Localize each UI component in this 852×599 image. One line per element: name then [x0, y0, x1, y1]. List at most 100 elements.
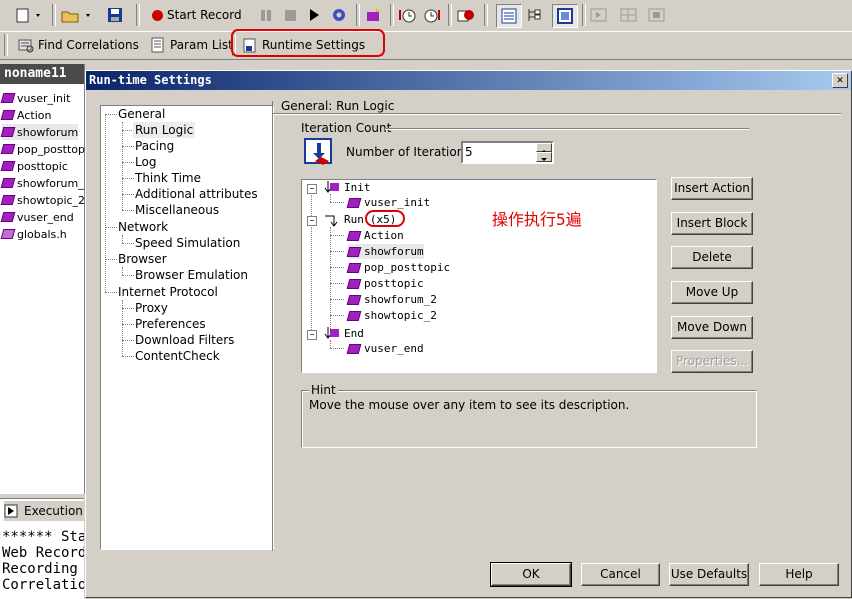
create-action-button[interactable]	[364, 4, 382, 26]
move-down-button[interactable]: Move Down	[671, 316, 753, 339]
nav-pacing[interactable]: Pacing	[135, 138, 174, 154]
tree-posttopic[interactable]: posttopic	[346, 276, 424, 291]
nav-run-logic[interactable]: Run Logic	[133, 122, 196, 138]
run-button[interactable]	[306, 4, 322, 26]
rendezvous-button[interactable]	[456, 4, 476, 26]
secondary-toolbar: Find Correlations Param List Runtime Set…	[0, 29, 852, 60]
thumbnail-view-button[interactable]	[552, 4, 578, 28]
collapse-icon[interactable]: −	[307, 330, 317, 340]
nav-contentcheck[interactable]: ContentCheck	[135, 348, 220, 364]
stop-button[interactable]	[282, 4, 298, 26]
tree-showforum[interactable]: showforum	[346, 244, 424, 259]
nav-additional-attributes[interactable]: Additional attributes	[135, 186, 258, 202]
nav-browser[interactable]: Browser	[118, 251, 167, 267]
script-item[interactable]: posttopic	[0, 158, 68, 174]
nav-preferences[interactable]: Preferences	[135, 316, 206, 332]
nav-download-filters[interactable]: Download Filters	[135, 332, 234, 348]
pause-button[interactable]	[258, 4, 274, 26]
nav-miscellaneous[interactable]: Miscellaneous	[135, 202, 219, 218]
tree-vuser-end[interactable]: vuser_end	[346, 341, 424, 356]
insert-action-button[interactable]: Insert Action	[671, 177, 753, 200]
tree-run[interactable]: Run (x5)	[322, 210, 405, 227]
tree-init[interactable]: Init	[322, 180, 371, 195]
move-up-button[interactable]: Move Up	[671, 281, 753, 304]
output-log: ****** Sta Web Record Recording Correlat…	[0, 529, 84, 593]
disabled-tool-button-3[interactable]	[648, 4, 666, 26]
run-iteration-count: (x5)	[364, 210, 405, 227]
iteration-count-label: Iteration Count	[301, 121, 392, 135]
runtime-settings-highlight	[231, 29, 385, 57]
nav-browser-emulation[interactable]: Browser Emulation	[135, 267, 248, 283]
script-item-label: globals.h	[17, 227, 67, 241]
script-item[interactable]: vuser_init	[0, 90, 70, 106]
collapse-icon[interactable]: −	[307, 216, 317, 226]
pause-icon	[261, 10, 271, 21]
nav-general[interactable]: General	[118, 106, 165, 122]
thumbnail-view-icon	[557, 8, 573, 24]
cancel-button[interactable]: Cancel	[581, 563, 660, 586]
script-item-label: pop_posttop	[17, 142, 85, 156]
section-title: General: Run Logic	[281, 99, 395, 113]
start-record-label: Start Record	[167, 8, 242, 22]
find-correlations-button[interactable]: Find Correlations	[18, 34, 139, 56]
play-frame-icon	[590, 8, 607, 22]
end-block-icon	[324, 326, 339, 339]
script-item[interactable]: vuser_end	[0, 209, 74, 225]
tree-pop-posttopic[interactable]: pop_posttopic	[346, 260, 450, 275]
insert-block-button[interactable]: Insert Block	[671, 212, 753, 235]
hint-title: Hint	[309, 383, 338, 397]
tree-action[interactable]: Action	[346, 228, 404, 243]
close-button[interactable]: ✕	[832, 73, 848, 88]
script-view-button[interactable]	[496, 4, 522, 28]
help-button[interactable]: Help	[759, 563, 839, 586]
disabled-tool-button-2[interactable]	[620, 4, 638, 26]
new-script-button[interactable]	[14, 4, 44, 26]
tree-showforum-2[interactable]: showforum_2	[346, 292, 437, 307]
script-item-label: posttopic	[17, 159, 68, 173]
spin-down-button[interactable]	[536, 152, 552, 162]
nav-proxy[interactable]: Proxy	[135, 300, 168, 316]
nav-speed-simulation[interactable]: Speed Simulation	[135, 235, 240, 251]
tree-vuser-init[interactable]: vuser_init	[346, 195, 430, 210]
tree-line	[122, 235, 123, 243]
start-transaction-button[interactable]	[398, 4, 418, 26]
nav-network[interactable]: Network	[118, 219, 168, 235]
script-item[interactable]: Action	[0, 107, 51, 123]
delete-button[interactable]: Delete	[671, 246, 753, 269]
start-record-button[interactable]: Start Record	[152, 4, 242, 26]
script-item[interactable]: showtopic_2	[0, 192, 85, 208]
script-item[interactable]: showforum_	[0, 175, 84, 191]
end-transaction-button[interactable]	[422, 4, 442, 26]
disabled-tool-button-1[interactable]	[590, 4, 608, 26]
tree-showtopic-2[interactable]: showtopic_2	[346, 308, 437, 323]
spin-up-button[interactable]	[536, 143, 552, 153]
action-icon	[0, 127, 16, 137]
properties-button[interactable]: Properties...	[671, 350, 753, 373]
param-list-button[interactable]: Param List	[150, 34, 233, 56]
save-button[interactable]	[106, 4, 124, 26]
tree-line	[105, 227, 117, 228]
run-block-icon	[325, 215, 338, 227]
iterations-spinbox[interactable]: 5	[461, 141, 554, 164]
nav-think-time[interactable]: Think Time	[135, 170, 201, 186]
use-defaults-button[interactable]: Use Defaults	[669, 563, 749, 586]
find-correlations-label: Find Correlations	[38, 38, 139, 52]
execution-tab[interactable]: Execution	[4, 501, 84, 521]
iterations-icon	[304, 138, 332, 165]
collapse-icon[interactable]: −	[307, 184, 317, 194]
action-icon	[346, 262, 362, 273]
script-item[interactable]: pop_posttop	[0, 141, 85, 157]
nav-internet-protocol[interactable]: Internet Protocol	[118, 284, 218, 300]
script-item[interactable]: showforum	[0, 124, 79, 140]
clock-start-icon	[399, 9, 416, 23]
tree-view-button[interactable]	[526, 4, 542, 26]
action-icon	[0, 161, 16, 171]
tree-line	[122, 210, 134, 211]
tree-end[interactable]: End	[322, 326, 364, 341]
compile-button[interactable]	[330, 4, 348, 26]
ok-button[interactable]: OK	[490, 562, 572, 587]
open-button[interactable]	[60, 4, 94, 26]
tree-showtopic-2-label: showtopic_2	[364, 309, 437, 322]
nav-log[interactable]: Log	[135, 154, 156, 170]
script-item[interactable]: globals.h	[0, 226, 67, 242]
